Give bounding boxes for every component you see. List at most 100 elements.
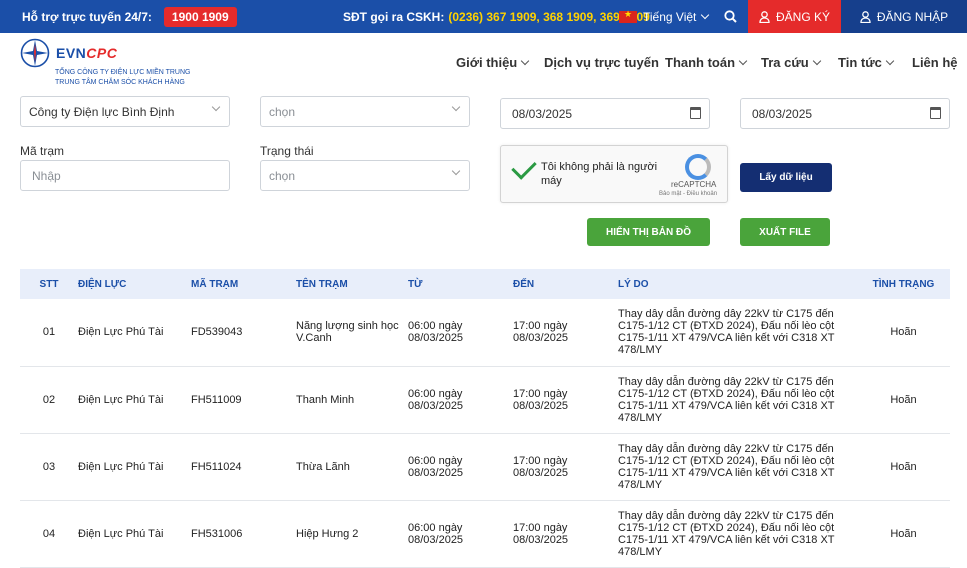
cell-tu: 06:00 ngày 08/03/2025 bbox=[408, 433, 513, 501]
col-header-ten-tram: TÊN TRẠM bbox=[296, 278, 348, 290]
calendar-icon bbox=[930, 107, 941, 119]
brand-subtitle: TỔNG CÔNG TY ĐIỆN LỰC MIỀN TRUNG TRUNG T… bbox=[55, 69, 191, 86]
cell-dien-luc: Điện Lực Phú Tài bbox=[78, 366, 191, 434]
calendar-icon bbox=[690, 107, 701, 119]
cell-stt: 04 bbox=[20, 500, 78, 568]
recaptcha-logo-icon bbox=[685, 154, 711, 180]
chevron-down-icon bbox=[211, 102, 221, 112]
search-button[interactable] bbox=[720, 0, 740, 33]
cskh-label: SĐT gọi ra CSKH: bbox=[343, 9, 445, 24]
cell-ma-tram: FH511009 bbox=[191, 366, 296, 434]
chevron-down-icon bbox=[451, 102, 461, 112]
nav-item-gioi-thieu[interactable]: Giới thiệu bbox=[456, 55, 530, 70]
nav-item-tin-tuc[interactable]: Tin tức bbox=[838, 55, 895, 70]
cell-den: 17:00 ngày 08/03/2025 bbox=[513, 433, 618, 501]
station-label: Mã trạm bbox=[20, 144, 65, 158]
col-header-tu: TỪ bbox=[408, 278, 423, 290]
cell-ma-tram: FD539043 bbox=[191, 299, 296, 367]
cell-den: 17:00 ngày 08/03/2025 bbox=[513, 299, 618, 367]
status-label: Trạng thái bbox=[260, 144, 314, 158]
cell-tu: 06:00 ngày 08/03/2025 bbox=[408, 299, 513, 367]
user-icon bbox=[860, 10, 871, 23]
show-map-button[interactable]: HIỂN THỊ BẢN ĐỒ bbox=[587, 218, 710, 246]
chevron-down-icon bbox=[885, 56, 895, 65]
cell-stt: 01 bbox=[20, 299, 78, 367]
cell-dien-luc: Điện Lực Phú Tài bbox=[78, 299, 191, 367]
captcha-text: Tôi không phải là người máy bbox=[541, 161, 658, 187]
nav-item-lien-he[interactable]: Liên hệ bbox=[912, 55, 958, 70]
recaptcha-terms[interactable]: Bảo mật - Điều khoản bbox=[659, 191, 717, 197]
chevron-down-icon bbox=[738, 56, 748, 65]
nav-item-dich-vu[interactable]: Dịch vụ trực tuyến bbox=[544, 55, 659, 70]
user-icon bbox=[759, 10, 770, 23]
hotline-badge[interactable]: 1900 1909 bbox=[163, 6, 237, 27]
outage-table: STT ĐIỆN LỰC MÃ TRẠM TÊN TRẠM TỪ ĐẾN LÝ … bbox=[20, 269, 950, 568]
site-header: EVNCPC TỔNG CÔNG TY ĐIỆN LỰC MIỀN TRUNG … bbox=[0, 33, 967, 93]
cell-tinh-trang: Hoãn bbox=[857, 366, 950, 434]
from-date-input[interactable]: 08/03/2025 bbox=[500, 98, 710, 129]
nav-item-tra-cuu[interactable]: Tra cứu bbox=[761, 55, 821, 70]
company-select[interactable]: Công ty Điện lực Bình Định bbox=[20, 96, 230, 127]
cell-ma-tram: FH511024 bbox=[191, 433, 296, 501]
evn-logo-icon bbox=[20, 38, 50, 68]
export-file-button[interactable]: XUẤT FILE bbox=[740, 218, 830, 246]
support-label: Hỗ trợ trực tuyến 24/7: bbox=[22, 9, 152, 24]
col-header-den: ĐẾN bbox=[513, 278, 535, 290]
chevron-down-icon bbox=[701, 10, 710, 19]
cskh-info: SĐT gọi ra CSKH: (0236) 367 1909, 368 19… bbox=[343, 0, 650, 33]
col-header-dien-luc: ĐIỆN LỰC bbox=[78, 278, 127, 290]
recaptcha-brand: reCAPTCHA bbox=[671, 180, 717, 189]
col-header-ma-tram: MÃ TRẠM bbox=[191, 278, 239, 290]
brand-name: EVNCPC bbox=[56, 45, 118, 61]
chevron-down-icon bbox=[451, 166, 461, 176]
cell-ly-do: Thay dây dẫn đường dây 22kV từ C175 đến … bbox=[618, 299, 857, 367]
table-row: 03 Điện Lực Phú Tài FH511024 Thừa Lãnh 0… bbox=[20, 433, 950, 501]
cell-ten-tram: Năng lượng sinh học V.Canh bbox=[296, 299, 408, 367]
cell-den: 17:00 ngày 08/03/2025 bbox=[513, 366, 618, 434]
unit-select[interactable]: chọn bbox=[260, 96, 470, 127]
evncpc-logo[interactable]: EVNCPC TỔNG CÔNG TY ĐIỆN LỰC MIỀN TRUNG … bbox=[20, 38, 191, 86]
cell-tinh-trang: Hoãn bbox=[857, 500, 950, 568]
register-label: ĐĂNG KÝ bbox=[775, 9, 830, 24]
cell-ten-tram: Thừa Lãnh bbox=[296, 433, 408, 501]
login-label: ĐĂNG NHẬP bbox=[876, 9, 949, 24]
cell-ma-tram: FH531006 bbox=[191, 500, 296, 568]
vietnam-flag-icon bbox=[619, 9, 637, 23]
register-button[interactable]: ĐĂNG KÝ bbox=[748, 0, 841, 33]
recaptcha-widget[interactable]: Tôi không phải là người máy reCAPTCHA Bả… bbox=[500, 145, 728, 203]
nav-item-thanh-toan[interactable]: Thanh toán bbox=[665, 55, 748, 70]
cell-ly-do: Thay dây dẫn đường dây 22kV từ C175 đến … bbox=[618, 366, 857, 434]
cell-dien-luc: Điện Lực Phú Tài bbox=[78, 433, 191, 501]
to-date-input[interactable]: 08/03/2025 bbox=[740, 98, 950, 129]
language-label: Tiếng Việt bbox=[643, 9, 697, 24]
col-header-stt: STT bbox=[39, 278, 59, 290]
support-info: Hỗ trợ trực tuyến 24/7: 1900 1909 bbox=[22, 0, 237, 33]
cell-tu: 06:00 ngày 08/03/2025 bbox=[408, 366, 513, 434]
cell-ly-do: Thay dây dẫn đường dây 22kV từ C175 đến … bbox=[618, 500, 857, 568]
cell-stt: 03 bbox=[20, 433, 78, 501]
search-icon bbox=[723, 10, 737, 23]
cell-ten-tram: Thanh Minh bbox=[296, 366, 408, 434]
fetch-data-button[interactable]: Lấy dữ liệu bbox=[740, 163, 832, 192]
col-header-tinh-trang: TÌNH TRẠNG bbox=[872, 278, 935, 290]
login-button[interactable]: ĐĂNG NHẬP bbox=[841, 0, 967, 33]
chevron-down-icon bbox=[521, 56, 530, 65]
cell-tu: 06:00 ngày 08/03/2025 bbox=[408, 500, 513, 568]
status-select[interactable]: chọn bbox=[260, 160, 470, 191]
chevron-down-icon bbox=[812, 56, 821, 65]
cell-den: 17:00 ngày 08/03/2025 bbox=[513, 500, 618, 568]
checkmark-icon[interactable] bbox=[511, 154, 537, 180]
cell-tinh-trang: Hoãn bbox=[857, 299, 950, 367]
col-header-ly-do: LÝ DO bbox=[618, 278, 649, 290]
table-row: 04 Điện Lực Phú Tài FH531006 Hiệp Hưng 2… bbox=[20, 500, 950, 568]
station-input[interactable]: Nhập bbox=[20, 160, 230, 191]
cell-ten-tram: Hiệp Hưng 2 bbox=[296, 500, 408, 568]
top-bar: Hỗ trợ trực tuyến 24/7: 1900 1909 SĐT gọ… bbox=[0, 0, 967, 33]
table-row: 02 Điện Lực Phú Tài FH511009 Thanh Minh … bbox=[20, 366, 950, 434]
cell-tinh-trang: Hoãn bbox=[857, 433, 950, 501]
cell-dien-luc: Điện Lực Phú Tài bbox=[78, 500, 191, 568]
cell-stt: 02 bbox=[20, 366, 78, 434]
language-selector[interactable]: Tiếng Việt bbox=[619, 0, 710, 33]
table-row: 01 Điện Lực Phú Tài FD539043 Năng lượng … bbox=[20, 299, 950, 367]
table-header-row: STT ĐIỆN LỰC MÃ TRẠM TÊN TRẠM TỪ ĐẾN LÝ … bbox=[20, 269, 950, 299]
